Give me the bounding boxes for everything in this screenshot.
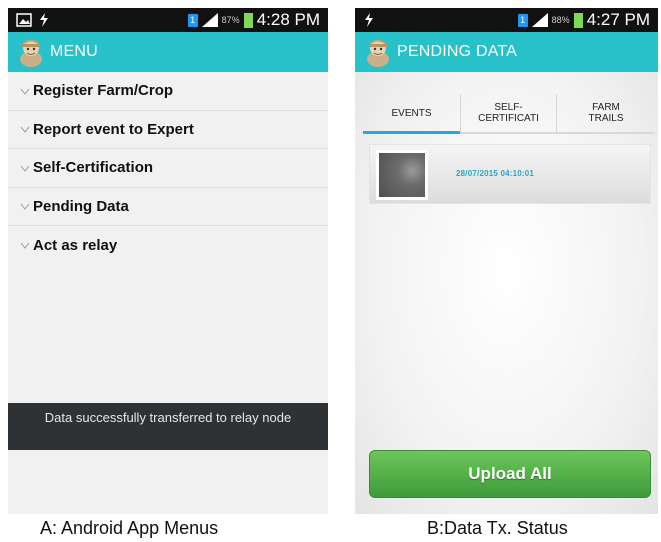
battery-percent: 87%	[221, 15, 240, 25]
tab-events[interactable]: EVENTS	[363, 94, 460, 134]
signal-icon	[201, 13, 218, 27]
menu-list: Register Farm/Crop Report event to Exper…	[8, 72, 328, 265]
phone-screen-menu: 1 87% 4:28 PM MENU Register Farm/Crop Re…	[8, 8, 328, 514]
app-logo-icon[interactable]	[18, 37, 44, 67]
battery-icon	[573, 12, 583, 28]
caption-a: A: Android App Menus	[40, 518, 219, 538]
event-list-item[interactable]: 28/07/2015 04:10:01	[369, 144, 651, 204]
phone-screen-pending-data: 1 88% 4:27 PM PENDING DATA EVENTS SELF- …	[355, 8, 658, 514]
upload-all-button[interactable]: Upload All	[369, 450, 651, 498]
chevron-down-icon	[20, 88, 30, 95]
menu-item-label: Register Farm/Crop	[33, 82, 174, 100]
app-bar: MENU	[8, 32, 328, 72]
menu-item-label: Report event to Expert	[33, 120, 194, 138]
usb-icon	[365, 13, 373, 27]
signal-icon	[531, 13, 548, 27]
page-title: MENU	[50, 43, 98, 60]
battery-icon	[243, 12, 253, 28]
tab-self-certification[interactable]: SELF- CERTIFICATI	[460, 94, 557, 132]
menu-item-register-farm-crop[interactable]: Register Farm/Crop	[8, 72, 328, 111]
menu-item-act-as-relay[interactable]: Act as relay	[8, 226, 328, 265]
menu-item-label: Pending Data	[33, 197, 129, 215]
clock: 4:27 PM	[586, 10, 650, 29]
chevron-down-icon	[20, 203, 30, 211]
chevron-down-icon	[20, 242, 30, 250]
caption-b: B:Data Tx. Status	[427, 518, 568, 538]
sim-icon: 1	[517, 13, 528, 27]
menu-item-label: Act as relay	[33, 236, 118, 254]
battery-percent: 88%	[551, 15, 570, 25]
chevron-down-icon	[20, 126, 30, 134]
app-bar: PENDING DATA	[355, 32, 658, 72]
pending-data-content: EVENTS SELF- CERTIFICATI FARM TRAILS 28/…	[355, 72, 658, 514]
toast-message: Data successfully transferred to relay n…	[8, 403, 328, 450]
usb-icon	[40, 13, 48, 27]
tab-bar: EVENTS SELF- CERTIFICATI FARM TRAILS	[363, 94, 655, 134]
clock: 4:28 PM	[256, 10, 320, 29]
event-photo	[379, 153, 425, 197]
app-logo-icon[interactable]	[365, 37, 391, 67]
event-thumbnail	[376, 150, 428, 200]
chevron-down-icon	[20, 165, 30, 172]
event-timestamp: 28/07/2015 04:10:01	[456, 169, 535, 178]
status-bar: 1 87% 4:28 PM	[8, 8, 328, 32]
menu-item-self-certification[interactable]: Self-Certification	[8, 149, 328, 188]
tab-farm-trails[interactable]: FARM TRAILS	[557, 94, 655, 132]
status-bar: 1 88% 4:27 PM	[355, 8, 658, 32]
menu-item-pending-data[interactable]: Pending Data	[8, 188, 328, 226]
menu-item-label: Self-Certification	[33, 159, 154, 177]
sim-icon: 1	[187, 13, 198, 27]
page-title: PENDING DATA	[397, 43, 518, 60]
gallery-icon	[16, 13, 32, 27]
menu-item-report-event[interactable]: Report event to Expert	[8, 111, 328, 149]
